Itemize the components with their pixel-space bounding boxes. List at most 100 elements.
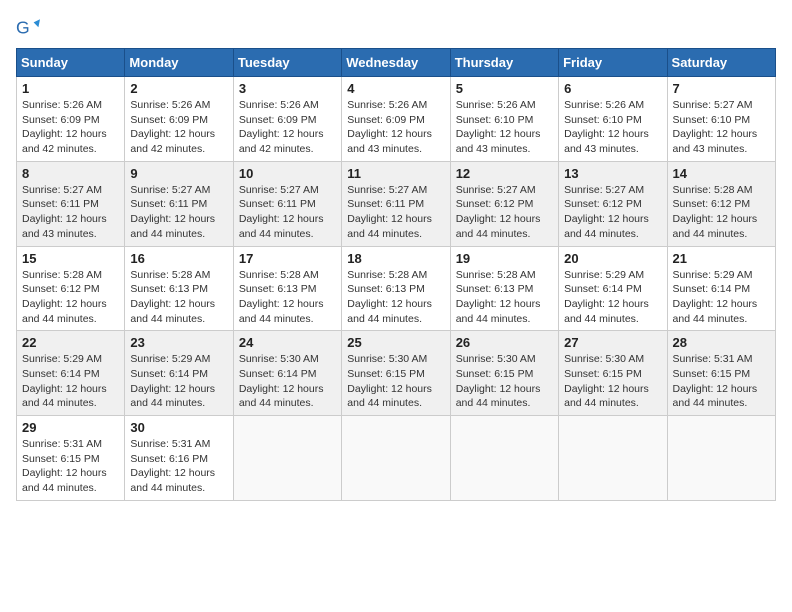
day-info: Sunrise: 5:28 AM Sunset: 6:12 PM Dayligh… <box>673 183 770 242</box>
day-number: 5 <box>456 81 553 96</box>
logo: G <box>16 16 44 40</box>
day-number: 7 <box>673 81 770 96</box>
day-info: Sunrise: 5:26 AM Sunset: 6:09 PM Dayligh… <box>239 98 336 157</box>
day-info: Sunrise: 5:27 AM Sunset: 6:10 PM Dayligh… <box>673 98 770 157</box>
day-info: Sunrise: 5:26 AM Sunset: 6:10 PM Dayligh… <box>456 98 553 157</box>
calendar: SundayMondayTuesdayWednesdayThursdayFrid… <box>16 48 776 501</box>
day-number: 14 <box>673 166 770 181</box>
calendar-cell: 5 Sunrise: 5:26 AM Sunset: 6:10 PM Dayli… <box>450 77 558 162</box>
day-number: 17 <box>239 251 336 266</box>
day-number: 15 <box>22 251 119 266</box>
calendar-cell: 8 Sunrise: 5:27 AM Sunset: 6:11 PM Dayli… <box>17 161 125 246</box>
day-info: Sunrise: 5:29 AM Sunset: 6:14 PM Dayligh… <box>22 352 119 411</box>
week-row-4: 22 Sunrise: 5:29 AM Sunset: 6:14 PM Dayl… <box>17 331 776 416</box>
day-number: 29 <box>22 420 119 435</box>
calendar-cell <box>342 416 450 501</box>
day-info: Sunrise: 5:29 AM Sunset: 6:14 PM Dayligh… <box>130 352 227 411</box>
day-number: 16 <box>130 251 227 266</box>
day-number: 22 <box>22 335 119 350</box>
day-info: Sunrise: 5:27 AM Sunset: 6:11 PM Dayligh… <box>347 183 444 242</box>
calendar-header-row: SundayMondayTuesdayWednesdayThursdayFrid… <box>17 49 776 77</box>
calendar-cell: 3 Sunrise: 5:26 AM Sunset: 6:09 PM Dayli… <box>233 77 341 162</box>
day-info: Sunrise: 5:28 AM Sunset: 6:13 PM Dayligh… <box>456 268 553 327</box>
calendar-cell: 1 Sunrise: 5:26 AM Sunset: 6:09 PM Dayli… <box>17 77 125 162</box>
day-info: Sunrise: 5:26 AM Sunset: 6:09 PM Dayligh… <box>130 98 227 157</box>
calendar-cell: 29 Sunrise: 5:31 AM Sunset: 6:15 PM Dayl… <box>17 416 125 501</box>
day-info: Sunrise: 5:28 AM Sunset: 6:13 PM Dayligh… <box>347 268 444 327</box>
day-info: Sunrise: 5:27 AM Sunset: 6:11 PM Dayligh… <box>22 183 119 242</box>
calendar-cell <box>450 416 558 501</box>
day-number: 23 <box>130 335 227 350</box>
calendar-cell: 12 Sunrise: 5:27 AM Sunset: 6:12 PM Dayl… <box>450 161 558 246</box>
day-number: 13 <box>564 166 661 181</box>
week-row-5: 29 Sunrise: 5:31 AM Sunset: 6:15 PM Dayl… <box>17 416 776 501</box>
calendar-cell: 17 Sunrise: 5:28 AM Sunset: 6:13 PM Dayl… <box>233 246 341 331</box>
calendar-cell <box>233 416 341 501</box>
day-number: 9 <box>130 166 227 181</box>
day-number: 8 <box>22 166 119 181</box>
logo-icon: G <box>16 16 40 40</box>
week-row-3: 15 Sunrise: 5:28 AM Sunset: 6:12 PM Dayl… <box>17 246 776 331</box>
day-header-sunday: Sunday <box>17 49 125 77</box>
header: G <box>16 16 776 40</box>
day-info: Sunrise: 5:26 AM Sunset: 6:10 PM Dayligh… <box>564 98 661 157</box>
calendar-cell: 18 Sunrise: 5:28 AM Sunset: 6:13 PM Dayl… <box>342 246 450 331</box>
day-number: 3 <box>239 81 336 96</box>
day-number: 27 <box>564 335 661 350</box>
day-number: 21 <box>673 251 770 266</box>
day-info: Sunrise: 5:31 AM Sunset: 6:16 PM Dayligh… <box>130 437 227 496</box>
day-number: 12 <box>456 166 553 181</box>
calendar-cell: 21 Sunrise: 5:29 AM Sunset: 6:14 PM Dayl… <box>667 246 775 331</box>
calendar-cell: 7 Sunrise: 5:27 AM Sunset: 6:10 PM Dayli… <box>667 77 775 162</box>
day-number: 24 <box>239 335 336 350</box>
day-number: 1 <box>22 81 119 96</box>
day-info: Sunrise: 5:27 AM Sunset: 6:11 PM Dayligh… <box>239 183 336 242</box>
calendar-cell: 22 Sunrise: 5:29 AM Sunset: 6:14 PM Dayl… <box>17 331 125 416</box>
day-info: Sunrise: 5:27 AM Sunset: 6:11 PM Dayligh… <box>130 183 227 242</box>
day-number: 18 <box>347 251 444 266</box>
calendar-cell: 15 Sunrise: 5:28 AM Sunset: 6:12 PM Dayl… <box>17 246 125 331</box>
calendar-cell: 9 Sunrise: 5:27 AM Sunset: 6:11 PM Dayli… <box>125 161 233 246</box>
day-header-tuesday: Tuesday <box>233 49 341 77</box>
calendar-cell: 25 Sunrise: 5:30 AM Sunset: 6:15 PM Dayl… <box>342 331 450 416</box>
calendar-cell: 27 Sunrise: 5:30 AM Sunset: 6:15 PM Dayl… <box>559 331 667 416</box>
calendar-cell: 19 Sunrise: 5:28 AM Sunset: 6:13 PM Dayl… <box>450 246 558 331</box>
day-info: Sunrise: 5:26 AM Sunset: 6:09 PM Dayligh… <box>347 98 444 157</box>
calendar-cell <box>559 416 667 501</box>
day-info: Sunrise: 5:27 AM Sunset: 6:12 PM Dayligh… <box>456 183 553 242</box>
calendar-cell: 4 Sunrise: 5:26 AM Sunset: 6:09 PM Dayli… <box>342 77 450 162</box>
day-info: Sunrise: 5:26 AM Sunset: 6:09 PM Dayligh… <box>22 98 119 157</box>
day-info: Sunrise: 5:30 AM Sunset: 6:15 PM Dayligh… <box>347 352 444 411</box>
calendar-cell: 20 Sunrise: 5:29 AM Sunset: 6:14 PM Dayl… <box>559 246 667 331</box>
calendar-cell: 11 Sunrise: 5:27 AM Sunset: 6:11 PM Dayl… <box>342 161 450 246</box>
calendar-cell: 28 Sunrise: 5:31 AM Sunset: 6:15 PM Dayl… <box>667 331 775 416</box>
day-number: 28 <box>673 335 770 350</box>
day-info: Sunrise: 5:29 AM Sunset: 6:14 PM Dayligh… <box>673 268 770 327</box>
day-info: Sunrise: 5:30 AM Sunset: 6:15 PM Dayligh… <box>564 352 661 411</box>
calendar-cell: 6 Sunrise: 5:26 AM Sunset: 6:10 PM Dayli… <box>559 77 667 162</box>
calendar-cell: 13 Sunrise: 5:27 AM Sunset: 6:12 PM Dayl… <box>559 161 667 246</box>
day-header-friday: Friday <box>559 49 667 77</box>
calendar-cell: 30 Sunrise: 5:31 AM Sunset: 6:16 PM Dayl… <box>125 416 233 501</box>
calendar-cell: 2 Sunrise: 5:26 AM Sunset: 6:09 PM Dayli… <box>125 77 233 162</box>
day-info: Sunrise: 5:28 AM Sunset: 6:13 PM Dayligh… <box>130 268 227 327</box>
day-info: Sunrise: 5:28 AM Sunset: 6:13 PM Dayligh… <box>239 268 336 327</box>
day-number: 26 <box>456 335 553 350</box>
calendar-cell: 10 Sunrise: 5:27 AM Sunset: 6:11 PM Dayl… <box>233 161 341 246</box>
day-info: Sunrise: 5:30 AM Sunset: 6:15 PM Dayligh… <box>456 352 553 411</box>
calendar-cell: 23 Sunrise: 5:29 AM Sunset: 6:14 PM Dayl… <box>125 331 233 416</box>
day-number: 11 <box>347 166 444 181</box>
day-info: Sunrise: 5:30 AM Sunset: 6:14 PM Dayligh… <box>239 352 336 411</box>
day-number: 4 <box>347 81 444 96</box>
day-info: Sunrise: 5:29 AM Sunset: 6:14 PM Dayligh… <box>564 268 661 327</box>
day-number: 20 <box>564 251 661 266</box>
day-number: 25 <box>347 335 444 350</box>
week-row-1: 1 Sunrise: 5:26 AM Sunset: 6:09 PM Dayli… <box>17 77 776 162</box>
week-row-2: 8 Sunrise: 5:27 AM Sunset: 6:11 PM Dayli… <box>17 161 776 246</box>
calendar-cell: 24 Sunrise: 5:30 AM Sunset: 6:14 PM Dayl… <box>233 331 341 416</box>
day-info: Sunrise: 5:31 AM Sunset: 6:15 PM Dayligh… <box>22 437 119 496</box>
calendar-cell: 14 Sunrise: 5:28 AM Sunset: 6:12 PM Dayl… <box>667 161 775 246</box>
day-header-thursday: Thursday <box>450 49 558 77</box>
day-header-wednesday: Wednesday <box>342 49 450 77</box>
calendar-cell <box>667 416 775 501</box>
